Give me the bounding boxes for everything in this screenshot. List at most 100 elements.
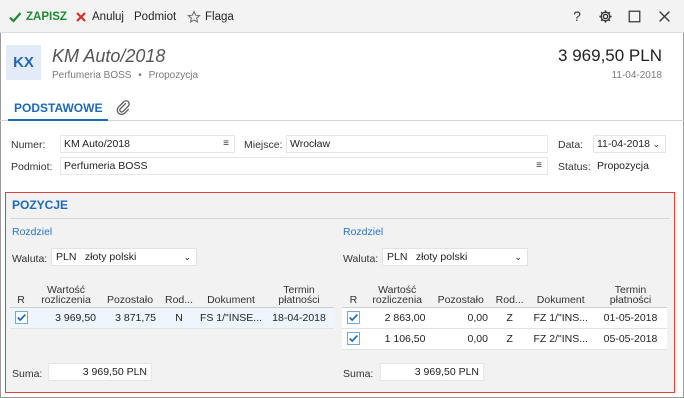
cell-termin: 18-04-2018: [264, 307, 334, 329]
table-row[interactable]: 1 106,50 0,00 Z FZ 2/"INS... 05-05-2018: [342, 328, 667, 350]
cell-termin: 01-05-2018: [594, 307, 667, 329]
table-row[interactable]: 3 969,50 3 871,75 N FS 1/"INSE... 18-04-…: [10, 307, 334, 329]
close-icon[interactable]: [656, 8, 672, 24]
document-amount: 3 969,50 PLN: [558, 46, 662, 65]
status-label: Status:: [558, 161, 591, 173]
status-field: Propozycja: [593, 157, 666, 175]
waluta-label-right: Waluta:: [343, 253, 379, 265]
suma-value-left: 3 969,50 PLN: [48, 363, 152, 381]
row-checkbox-cell[interactable]: [342, 328, 365, 350]
col-header-r[interactable]: R: [10, 277, 32, 308]
chevron-down-icon: ⌄: [183, 252, 191, 262]
col-header-termin[interactable]: Termin płatności: [594, 277, 667, 308]
podmiot-form-label: Podmiot:: [11, 161, 53, 173]
miejsce-value: Wrocław: [290, 138, 331, 150]
col-header-rodzaj[interactable]: Rod...: [491, 277, 528, 308]
checkbox[interactable]: [346, 311, 360, 324]
document-subtitle: Perfumeria BOSS • Propozycja: [52, 70, 198, 81]
menu-icon[interactable]: ≡: [536, 158, 542, 174]
document-title: KM Auto/2018: [52, 46, 166, 66]
pozycje-table-left: R Wartość rozliczenia Pozostało Rod... D…: [10, 277, 334, 329]
cell-pozostalo: 0,00: [429, 328, 492, 350]
suma-label-right: Suma:: [343, 368, 374, 380]
podmiot-value: Perfumeria BOSS: [64, 160, 148, 172]
waluta-select-right[interactable]: PLN złoty polski ⌄: [382, 248, 528, 266]
col-header-pozostalo[interactable]: Pozostało: [429, 277, 492, 308]
cell-rodzaj: Z: [491, 328, 528, 350]
save-button[interactable]: ZAPISZ: [8, 8, 67, 26]
cell-dokument[interactable]: FZ 2/"INS...: [527, 328, 595, 350]
paperclip-icon[interactable]: [115, 99, 133, 117]
menu-icon[interactable]: ≡: [223, 136, 229, 152]
save-label: ZAPISZ: [26, 11, 67, 23]
document-date: 11-04-2018: [611, 70, 662, 81]
divider: [10, 218, 670, 219]
chevron-down-icon: ⌄: [652, 139, 660, 149]
cell-dokument[interactable]: FS 1/"INSE...: [198, 307, 264, 329]
cell-wartosc[interactable]: 1 106,50: [364, 328, 430, 350]
tab-podstawowe[interactable]: PODSTAWOWE: [8, 97, 109, 121]
cell-rodzaj: Z: [491, 307, 528, 329]
checkbox[interactable]: [346, 332, 360, 345]
gear-icon[interactable]: [597, 8, 613, 24]
star-icon: [187, 10, 201, 24]
date-picker[interactable]: 11-04-2018 ⌄: [593, 135, 666, 153]
numer-label: Numer:: [11, 139, 46, 151]
chevron-down-icon: ⌄: [514, 252, 522, 262]
tab-bar: PODSTAWOWE: [0, 95, 684, 121]
cell-wartosc[interactable]: 2 863,00: [364, 307, 430, 329]
waluta-code-right: PLN: [387, 251, 408, 263]
subtitle-separator: •: [138, 70, 142, 81]
close-red-icon: [76, 12, 86, 22]
pozycje-title: POZYCJE: [12, 198, 69, 212]
col-header-pozostalo[interactable]: Pozostało: [100, 277, 160, 308]
date-value: 11-04-2018: [597, 138, 650, 150]
table-row[interactable]: 2 863,00 0,00 Z FZ 1/"INS... 01-05-2018: [342, 307, 667, 329]
rozdziel-link-left[interactable]: Rozdziel: [12, 226, 52, 238]
podmiot-label: Podmiot: [134, 11, 177, 23]
status-value: Propozycja: [597, 160, 649, 172]
help-icon[interactable]: ?: [569, 8, 585, 24]
col-header-rodzaj[interactable]: Rod...: [160, 277, 198, 308]
row-checkbox-cell[interactable]: [10, 307, 32, 329]
suma-value-right: 3 969,50 PLN: [380, 363, 484, 381]
flag-label: Flaga: [205, 11, 234, 23]
maximize-icon[interactable]: [626, 8, 642, 24]
checkmark-icon: [9, 12, 22, 23]
rozdziel-link-right[interactable]: Rozdziel: [343, 226, 383, 238]
podmiot-field[interactable]: Perfumeria BOSS ≡: [60, 157, 548, 175]
cancel-button[interactable]: Anuluj: [74, 8, 124, 26]
cell-pozostalo: 3 871,75: [100, 307, 160, 329]
numer-field[interactable]: KM Auto/2018 ≡: [60, 135, 235, 153]
col-header-termin[interactable]: Termin płatności: [264, 277, 334, 308]
help-glyph: ?: [573, 8, 581, 24]
cell-rodzaj: N: [160, 307, 198, 329]
col-header-dokument[interactable]: Dokument: [198, 277, 264, 308]
row-checkbox-cell[interactable]: [342, 307, 365, 329]
checkbox[interactable]: [14, 311, 28, 324]
cell-dokument[interactable]: FZ 1/"INS...: [527, 307, 595, 329]
waluta-name-left: złoty polski: [84, 251, 137, 263]
flag-button[interactable]: Flaga: [187, 8, 234, 26]
document-type-badge: KX: [6, 45, 41, 80]
col-header-wartosc[interactable]: Wartość rozliczenia: [364, 277, 430, 308]
col-header-r[interactable]: R: [342, 277, 365, 308]
col-header-wartosc[interactable]: Wartość rozliczenia: [32, 277, 100, 308]
cell-wartosc[interactable]: 3 969,50: [32, 307, 100, 329]
col-header-dokument[interactable]: Dokument: [527, 277, 595, 308]
subtitle-company: Perfumeria BOSS: [52, 70, 132, 81]
waluta-label-left: Waluta:: [12, 253, 48, 265]
podmiot-button[interactable]: Podmiot: [134, 8, 176, 26]
cell-termin: 05-05-2018: [594, 328, 667, 350]
waluta-name-right: złoty polski: [415, 251, 468, 263]
waluta-code-left: PLN: [56, 251, 77, 263]
cancel-label: Anuluj: [92, 11, 124, 23]
cell-pozostalo: 0,00: [429, 307, 492, 329]
miejsce-field[interactable]: Wrocław: [286, 135, 548, 153]
subtitle-status: Propozycja: [148, 70, 199, 81]
toolbar: ZAPISZ Anuluj Podmiot Flaga ?: [0, 0, 684, 33]
suma-label-left: Suma:: [12, 368, 43, 380]
numer-value: KM Auto/2018: [64, 138, 130, 150]
pozycje-section: POZYCJE Rozdziel Waluta: PLN złoty polsk…: [5, 192, 675, 393]
waluta-select-left[interactable]: PLN złoty polski ⌄: [51, 248, 197, 266]
